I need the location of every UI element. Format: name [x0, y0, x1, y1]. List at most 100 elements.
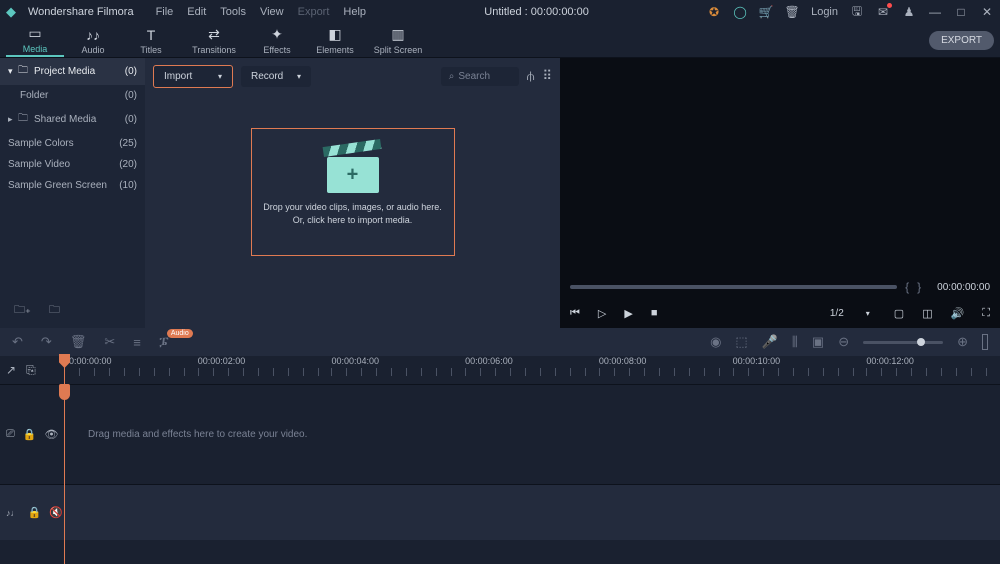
track-lock-icon[interactable]: 🔒 [28, 506, 42, 519]
snapshot-icon[interactable]: ▢ [894, 307, 904, 320]
quality-icon[interactable]: ◫ [922, 307, 932, 320]
record-dropdown[interactable]: Record ▾ [241, 66, 311, 87]
track-drag-hint: Drag media and effects here to create yo… [88, 429, 307, 440]
timeline-link-icon[interactable]: ⎘ [26, 363, 36, 378]
window-maximize-icon[interactable]: □ [954, 5, 968, 19]
delete-icon[interactable]: 🗑 [785, 5, 799, 19]
menu-export[interactable]: Export [298, 6, 330, 18]
save-icon[interactable]: 🖫 [850, 5, 864, 19]
undo-icon[interactable]: ↶ [12, 334, 23, 350]
media-content: Import ▾ Record ▾ ⌕ Search ⫛ ⠿ + Drop yo… [145, 58, 560, 328]
window-minimize-icon[interactable]: — [928, 5, 942, 19]
snap-icon[interactable]: ▣ [812, 334, 824, 350]
preview-ratio-dropdown[interactable]: 1/2 ▾ [824, 305, 876, 322]
sidebar-footer: 🗀₊ 🗀 [0, 293, 74, 328]
menu-edit[interactable]: Edit [187, 6, 206, 18]
workspace-tabs: ▭ Media ♪♪ Audio T Titles ⇄ Transitions … [0, 24, 1000, 58]
export-button[interactable]: EXPORT [929, 31, 994, 50]
cut-icon[interactable]: ✂ [104, 334, 115, 350]
preview-scrubber: {} 00:00:00:00 [560, 276, 1000, 298]
track-lock-icon[interactable]: 🔒 [23, 428, 37, 441]
sidebar-item-sample-green-screen[interactable]: Sample Green Screen (10) [0, 175, 145, 196]
sidebar-item-sample-colors[interactable]: Sample Colors (25) [0, 133, 145, 154]
dropzone-text: Drop your video clips, images, or audio … [263, 201, 442, 226]
import-dropdown[interactable]: Import ▾ [153, 65, 233, 88]
next-frame-icon[interactable]: ▶ [624, 307, 632, 320]
timeline-pointer-icon[interactable]: ↗ [6, 363, 16, 377]
app-name: Wondershare Filmora [28, 6, 134, 18]
mail-icon[interactable]: ✉ [876, 5, 890, 19]
playhead[interactable] [64, 354, 65, 564]
tab-titles[interactable]: T Titles [122, 24, 180, 57]
stop-icon[interactable]: ■ [651, 307, 658, 319]
tab-audio[interactable]: ♪♪ Audio [64, 24, 122, 57]
scrubber-track[interactable] [570, 285, 897, 289]
trash-icon[interactable]: 🗑 [70, 334, 87, 350]
titlebar: ◆ Wondershare Filmora File Edit Tools Vi… [0, 0, 1000, 24]
preview-panel: {} 00:00:00:00 ⏮ ▷ ▶ ■ 1/2 ▾ ▢ ◫ 🔊 ⛶ [560, 58, 1000, 328]
sidebar-item-shared-media[interactable]: ▸ 🗀 Shared Media (0) [0, 106, 145, 133]
search-input[interactable]: ⌕ Search [441, 67, 519, 86]
mark-braces[interactable]: {} [905, 280, 929, 294]
chevron-down-icon: ▾ [218, 72, 222, 81]
prev-frame-icon[interactable]: ⏮ [570, 307, 580, 320]
video-track-area[interactable]: Drag media and effects here to create yo… [64, 385, 1000, 484]
timeline-toolbar: ↶ ↷ 🗑 ✂ ≡ ᎎAudio ◉ ⬚ 🎤 ⫼ ▣ ⊖ ⊕ [0, 328, 1000, 356]
new-folder-icon[interactable]: 🗀₊ [14, 301, 31, 320]
volume-icon[interactable]: 🔊 [951, 307, 965, 320]
zoom-out-icon[interactable]: ⊖ [838, 334, 849, 350]
preview-timecode: 00:00:00:00 [937, 282, 990, 293]
render-icon[interactable]: ◉ [710, 334, 721, 350]
tab-media[interactable]: ▭ Media [6, 24, 64, 57]
premium-icon[interactable]: ✪ [707, 5, 721, 19]
menu-view[interactable]: View [260, 6, 284, 18]
timeline-ruler: ↗ ⎘ 00:00:00:00 00:00:02:00 00:00:04:00 … [0, 356, 1000, 384]
media-dropzone[interactable]: + Drop your video clips, images, or audi… [251, 128, 455, 256]
audio-waveform-icon[interactable]: ᎎAudio [159, 334, 169, 351]
clapperboard-icon: + [327, 157, 379, 193]
sidebar-item-folder[interactable]: Folder (0) [0, 85, 145, 106]
tab-effects[interactable]: ✦ Effects [248, 24, 306, 57]
support-icon[interactable]: ◯ [733, 5, 747, 19]
menu-tools[interactable]: Tools [220, 6, 246, 18]
login-label[interactable]: Login [811, 5, 838, 19]
marker-icon[interactable]: ⬚ [735, 334, 747, 350]
filter-icon[interactable]: ⫛ [527, 68, 535, 84]
tab-split-screen[interactable]: ▥ Split Screen [364, 24, 432, 57]
chevron-right-icon: ▸ [8, 114, 18, 125]
fullscreen-icon[interactable]: ⛶ [982, 307, 990, 320]
list-icon[interactable]: ≡ [133, 335, 141, 350]
zoom-slider[interactable] [863, 341, 943, 344]
sidebar-item-project-media[interactable]: ▾ 🗀 Project Media (0) [0, 58, 145, 85]
folder-icon: 🗀 [18, 111, 30, 128]
track-mute-icon[interactable]: 🔇 [49, 506, 63, 519]
tab-transitions[interactable]: ⇄ Transitions [180, 24, 248, 57]
tab-elements[interactable]: ◧ Elements [306, 24, 364, 57]
media-icon: ▭ [28, 25, 41, 42]
audio-track-icon[interactable]: ♪♩ [6, 508, 20, 518]
titlebar-right: ✪ ◯ 🛒 🗑 Login 🖫 ✉ ♟ — □ ✕ [707, 5, 994, 19]
app-logo-icon: ◆ [6, 4, 16, 20]
ruler-scale[interactable]: 00:00:00:00 00:00:02:00 00:00:04:00 00:0… [64, 356, 1000, 384]
main-area: ▾ 🗀 Project Media (0) Folder (0) ▸ 🗀 Sha… [0, 58, 1000, 328]
sidebar-item-sample-video[interactable]: Sample Video (20) [0, 154, 145, 175]
window-close-icon[interactable]: ✕ [980, 5, 994, 19]
open-folder-icon[interactable]: 🗀 [49, 301, 60, 320]
menu-help[interactable]: Help [343, 6, 366, 18]
redo-icon[interactable]: ↷ [41, 334, 52, 350]
chevron-down-icon: ▾ [8, 66, 18, 77]
zoom-in-icon[interactable]: ⊕ [957, 334, 968, 350]
mixer-icon[interactable]: ⫼ [792, 334, 798, 350]
folder-icon: 🗀 [18, 63, 30, 80]
play-icon[interactable]: ▷ [598, 307, 606, 320]
account-icon[interactable]: ♟ [902, 5, 916, 19]
grid-view-icon[interactable]: ⠿ [542, 68, 552, 84]
split-screen-icon: ▥ [391, 26, 404, 43]
zoom-fit-icon[interactable] [982, 334, 988, 350]
media-sidebar: ▾ 🗀 Project Media (0) Folder (0) ▸ 🗀 Sha… [0, 58, 145, 328]
track-settings-icon[interactable]: ⎚ [6, 428, 15, 441]
menu-file[interactable]: File [156, 6, 174, 18]
mic-icon[interactable]: 🎤 [762, 334, 778, 350]
cart-icon[interactable]: 🛒 [759, 5, 773, 19]
track-visibility-icon[interactable]: 👁 [45, 428, 59, 441]
